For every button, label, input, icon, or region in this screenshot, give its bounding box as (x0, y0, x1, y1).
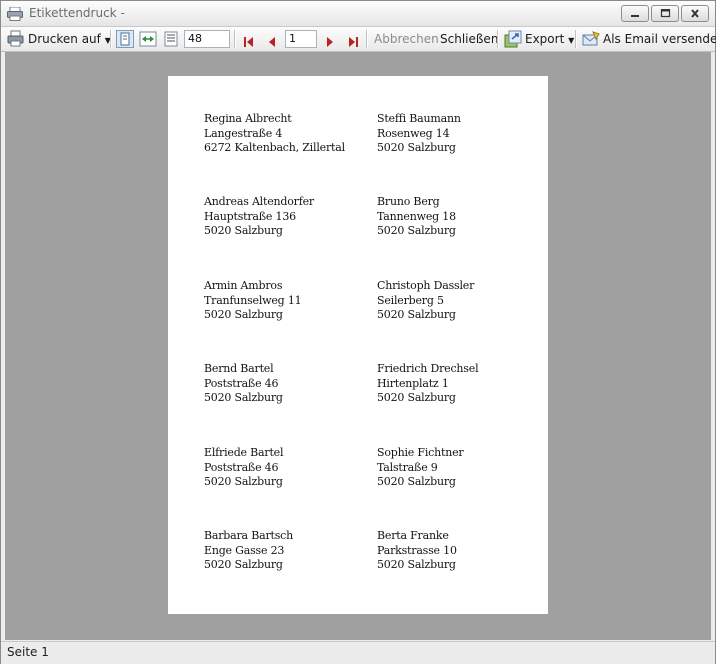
address-label: Barbara Bartsch Enge Gasse 23 5020 Salzb… (204, 529, 293, 573)
maximize-icon (660, 9, 671, 18)
label-city: 5020 Salzburg (377, 224, 456, 237)
address-label: Sophie Fichtner Talstraße 9 5020 Salzbur… (377, 446, 464, 490)
label-street: Poststraße 46 (204, 376, 279, 390)
label-name: Regina Albrecht (204, 112, 292, 125)
previous-page-icon (269, 37, 275, 47)
preview-area[interactable]: Regina Albrecht Langestraße 4 6272 Kalte… (5, 52, 711, 640)
separator (366, 30, 368, 48)
text-width-button[interactable] (163, 31, 179, 51)
label-street: Seilerberg 5 (377, 293, 444, 307)
label-street: Hirtenplatz 1 (377, 376, 449, 390)
label-city: 6272 Kaltenbach, Zillertal (204, 141, 345, 154)
label-city: 5020 Salzburg (204, 224, 283, 237)
label-name: Friedrich Drechsel (377, 362, 479, 375)
label-name: Christoph Dassler (377, 279, 475, 292)
first-page-button[interactable] (243, 33, 255, 52)
address-label: Andreas Altendorfer Hauptstraße 136 5020… (204, 195, 314, 239)
print-to-label: Drucken auf (28, 32, 101, 46)
separator (497, 30, 499, 48)
label-name: Bernd Bartel (204, 362, 274, 375)
status-bar: Seite 1 (1, 641, 715, 664)
label-name: Andreas Altendorfer (204, 195, 314, 208)
label-street: Hauptstraße 136 (204, 209, 296, 223)
separator (234, 30, 236, 48)
zoom-input[interactable] (184, 30, 230, 48)
label-name: Armin Ambros (204, 279, 283, 292)
address-label: Bernd Bartel Poststraße 46 5020 Salzburg (204, 362, 283, 406)
printer-app-icon (7, 6, 23, 21)
label-city: 5020 Salzburg (377, 141, 456, 154)
label-street: Tranfunselweg 11 (204, 293, 302, 307)
maximize-button[interactable] (651, 5, 679, 22)
address-label: Bruno Berg Tannenweg 18 5020 Salzburg (377, 195, 456, 239)
address-label: Berta Franke Parkstrasse 10 5020 Salzbur… (377, 529, 457, 573)
label-city: 5020 Salzburg (377, 391, 456, 404)
whole-page-view-button[interactable] (116, 30, 134, 48)
label-city: 5020 Salzburg (377, 475, 456, 488)
dropdown-arrow-icon: ▼ (568, 36, 575, 45)
minimize-button[interactable] (621, 5, 649, 22)
cancel-button[interactable]: Abbrechen (374, 29, 439, 49)
address-label: Steffi Baumann Rosenweg 14 5020 Salzburg (377, 112, 461, 156)
last-page-icon (349, 37, 358, 47)
toolbar: Drucken auf ▼ Abbrechen Schließen (1, 27, 716, 52)
next-page-button[interactable] (324, 33, 336, 52)
separator (110, 30, 112, 48)
label-name: Elfriede Bartel (204, 446, 284, 459)
window-title: Etikettendruck - (29, 6, 125, 20)
label-city: 5020 Salzburg (204, 308, 283, 321)
label-city: 5020 Salzburg (204, 391, 283, 404)
minimize-icon (631, 15, 639, 17)
first-page-icon (244, 37, 253, 47)
label-street: Rosenweg 14 (377, 126, 450, 140)
export-icon[interactable] (504, 30, 522, 52)
label-street: Enge Gasse 23 (204, 543, 285, 557)
previous-page-button[interactable] (266, 33, 278, 52)
label-name: Bruno Berg (377, 195, 440, 208)
page-width-button[interactable] (139, 31, 157, 51)
label-city: 5020 Salzburg (204, 475, 283, 488)
print-to-button[interactable]: Drucken auf ▼ (28, 29, 111, 49)
printer-icon[interactable] (7, 30, 24, 51)
report-page: Regina Albrecht Langestraße 4 6272 Kalte… (168, 76, 548, 614)
label-street: Talstraße 9 (377, 460, 438, 474)
last-page-button[interactable] (347, 33, 359, 52)
address-label: Armin Ambros Tranfunselweg 11 5020 Salzb… (204, 279, 302, 323)
email-icon[interactable] (582, 31, 600, 51)
label-city: 5020 Salzburg (377, 558, 456, 571)
send-email-button[interactable]: Als Email versenden (603, 29, 716, 49)
close-window-button[interactable] (681, 5, 709, 22)
report-viewer-window: Etikettendruck - Drucken auf ▼ 48 1 Abbr… (0, 0, 716, 664)
label-street: Poststraße 46 (204, 460, 279, 474)
label-street: Langestraße 4 (204, 126, 283, 140)
address-label: Christoph Dassler Seilerberg 5 5020 Salz… (377, 279, 474, 323)
address-label: Elfriede Bartel Poststraße 46 5020 Salzb… (204, 446, 284, 490)
title-bar: Etikettendruck - (1, 1, 715, 27)
close-button[interactable]: Schließen (440, 29, 498, 49)
next-page-icon (327, 37, 333, 47)
export-button[interactable]: Export ▼ (525, 29, 574, 49)
page-status: Seite 1 (7, 645, 49, 659)
label-name: Barbara Bartsch (204, 529, 294, 542)
label-street: Tannenweg 18 (377, 209, 456, 223)
separator (575, 30, 577, 48)
label-name: Steffi Baumann (377, 112, 461, 125)
fit-width-icon (139, 31, 157, 47)
page-number-input[interactable] (285, 30, 317, 48)
label-city: 5020 Salzburg (204, 558, 283, 571)
page-text-icon (164, 31, 178, 47)
close-icon (691, 9, 699, 18)
whole-page-icon (120, 32, 130, 46)
address-label: Friedrich Drechsel Hirtenplatz 1 5020 Sa… (377, 362, 479, 406)
label-name: Berta Franke (377, 529, 449, 542)
export-label: Export (525, 32, 565, 46)
address-label: Regina Albrecht Langestraße 4 6272 Kalte… (204, 112, 345, 156)
label-name: Sophie Fichtner (377, 446, 464, 459)
label-city: 5020 Salzburg (377, 308, 456, 321)
label-street: Parkstrasse 10 (377, 543, 457, 557)
